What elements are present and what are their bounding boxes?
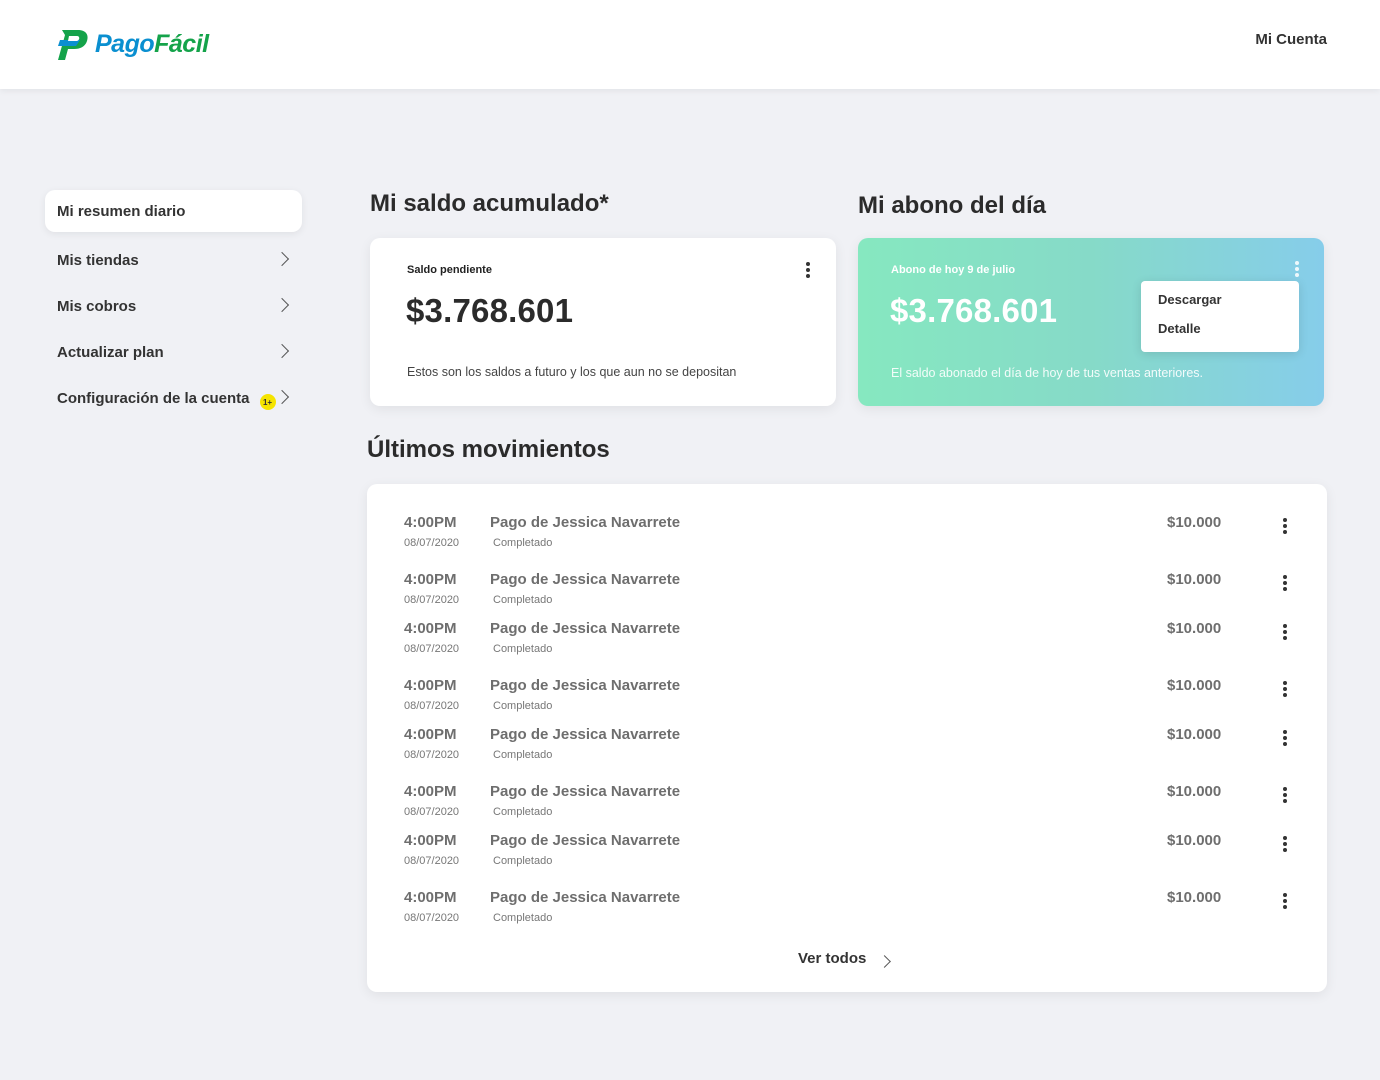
chevron-right-icon xyxy=(274,343,290,359)
movement-date: 08/07/2020 xyxy=(404,806,460,818)
movement-time: 4:00PM xyxy=(404,571,457,588)
chevron-right-icon xyxy=(274,251,290,267)
movement-date: 08/07/2020 xyxy=(404,537,460,549)
saldo-amount: $3.768.601 xyxy=(406,292,574,329)
movement-amount: $10.000 xyxy=(1167,783,1222,800)
movement-time: 4:00PM xyxy=(404,889,457,906)
sidebar-item-label: Actualizar plan xyxy=(57,343,164,361)
movement-amount: $10.000 xyxy=(1167,889,1222,906)
chevron-right-icon xyxy=(274,297,290,313)
movement-name: Pago de Jessica Navarrete xyxy=(490,514,681,531)
movement-name: Pago de Jessica Navarrete xyxy=(490,783,681,800)
more-options-icon[interactable] xyxy=(1283,787,1287,803)
movement-name: Pago de Jessica Navarrete xyxy=(490,889,681,906)
movement-name: Pago de Jessica Navarrete xyxy=(490,571,681,588)
movement-status: Completado xyxy=(493,912,553,924)
movement-amount: $10.000 xyxy=(1167,677,1222,694)
saldo-description: Estos son los saldos a futuro y los que … xyxy=(407,365,737,379)
movement-name: Pago de Jessica Navarrete xyxy=(490,620,681,637)
sidebar-item-cobros[interactable]: Mis cobros xyxy=(45,283,302,329)
sidebar-item-resumen-diario[interactable]: Mi resumen diario xyxy=(45,190,302,232)
table-row[interactable]: 4:00PM 08/07/2020 Pago de Jessica Navarr… xyxy=(367,571,1327,611)
movement-name: Pago de Jessica Navarrete xyxy=(490,832,681,849)
movement-amount: $10.000 xyxy=(1167,726,1222,743)
movement-status: Completado xyxy=(493,700,553,712)
movement-amount: $10.000 xyxy=(1167,620,1222,637)
menu-item-descargar[interactable]: Descargar xyxy=(1158,292,1222,307)
more-options-icon[interactable] xyxy=(1283,730,1287,746)
abono-amount: $3.768.601 xyxy=(890,292,1058,329)
table-row[interactable]: 4:00PM 08/07/2020 Pago de Jessica Navarr… xyxy=(367,726,1327,766)
saldo-card: Saldo pendiente $3.768.601 Estos son los… xyxy=(370,238,836,406)
table-row[interactable]: 4:00PM 08/07/2020 Pago de Jessica Navarr… xyxy=(367,889,1327,929)
sidebar-item-label: Configuración de la cuenta xyxy=(57,389,250,407)
see-all-link[interactable]: Ver todos xyxy=(798,950,866,967)
movement-amount: $10.000 xyxy=(1167,571,1222,588)
movement-date: 08/07/2020 xyxy=(404,749,460,761)
table-row[interactable]: 4:00PM 08/07/2020 Pago de Jessica Navarr… xyxy=(367,783,1327,823)
sidebar-item-label: Mis cobros xyxy=(57,297,137,315)
movement-date: 08/07/2020 xyxy=(404,700,460,712)
movement-time: 4:00PM xyxy=(404,783,457,800)
table-row[interactable]: 4:00PM 08/07/2020 Pago de Jessica Navarr… xyxy=(367,832,1327,872)
logo-mark-icon xyxy=(58,30,88,60)
movement-amount: $10.000 xyxy=(1167,514,1222,531)
movement-time: 4:00PM xyxy=(404,726,457,743)
more-options-icon[interactable] xyxy=(1283,893,1287,909)
more-options-icon[interactable] xyxy=(1283,518,1287,534)
abono-section-title: Mi abono del día xyxy=(858,192,1047,219)
logo-word-pago: Pago xyxy=(95,30,155,58)
movement-time: 4:00PM xyxy=(404,677,457,694)
movement-status: Completado xyxy=(493,806,553,818)
sidebar-item-actualizar-plan[interactable]: Actualizar plan xyxy=(45,329,302,375)
movement-status: Completado xyxy=(493,749,553,761)
table-row[interactable]: 4:00PM 08/07/2020 Pago de Jessica Navarr… xyxy=(367,677,1327,717)
sidebar-item-tiendas[interactable]: Mis tiendas xyxy=(45,237,302,283)
more-options-icon[interactable] xyxy=(806,262,810,278)
more-options-icon[interactable] xyxy=(1283,836,1287,852)
sidebar-item-label: Mi resumen diario xyxy=(57,202,186,220)
saldo-label: Saldo pendiente xyxy=(407,264,492,276)
movement-status: Completado xyxy=(493,855,553,867)
movement-status: Completado xyxy=(493,643,553,655)
pagofacil-logo[interactable]: PagoFácil xyxy=(56,27,209,61)
movement-date: 08/07/2020 xyxy=(404,855,460,867)
movimientos-section-title: Últimos movimientos xyxy=(367,436,610,463)
movement-amount: $10.000 xyxy=(1167,832,1222,849)
movement-status: Completado xyxy=(493,594,553,606)
more-options-icon[interactable] xyxy=(1283,624,1287,640)
movement-name: Pago de Jessica Navarrete xyxy=(490,677,681,694)
movement-name: Pago de Jessica Navarrete xyxy=(490,726,681,743)
movement-date: 08/07/2020 xyxy=(404,594,460,606)
top-header: PagoFácil Mi Cuenta xyxy=(0,0,1380,89)
abono-options-menu: Descargar Detalle xyxy=(1141,281,1299,352)
chevron-right-icon xyxy=(274,389,290,405)
sidebar-nav: Mi resumen diario Mis tiendas Mis cobros… xyxy=(45,190,302,421)
sidebar-item-configuracion[interactable]: Configuración de la cuenta 1+ xyxy=(45,375,302,421)
movement-time: 4:00PM xyxy=(404,514,457,531)
my-account-link[interactable]: Mi Cuenta xyxy=(1255,31,1327,48)
movement-date: 08/07/2020 xyxy=(404,912,460,924)
more-options-icon[interactable] xyxy=(1283,575,1287,591)
logo-wordmark: PagoFácil xyxy=(95,27,209,61)
table-row[interactable]: 4:00PM 08/07/2020 Pago de Jessica Navarr… xyxy=(367,620,1327,660)
table-row[interactable]: 4:00PM 08/07/2020 Pago de Jessica Navarr… xyxy=(367,514,1327,554)
logo-word-facil: Fácil xyxy=(154,30,209,58)
movement-time: 4:00PM xyxy=(404,620,457,637)
abono-label: Abono de hoy 9 de julio xyxy=(891,264,1016,276)
movement-status: Completado xyxy=(493,537,553,549)
saldo-section-title: Mi saldo acumulado* xyxy=(370,190,609,217)
movement-date: 08/07/2020 xyxy=(404,643,460,655)
menu-item-detalle[interactable]: Detalle xyxy=(1158,321,1201,336)
notification-badge: 1+ xyxy=(259,394,276,410)
movement-time: 4:00PM xyxy=(404,832,457,849)
abono-description: El saldo abonado el día de hoy de tus ve… xyxy=(891,366,1204,380)
sidebar-item-label: Mis tiendas xyxy=(57,251,139,269)
more-options-icon[interactable] xyxy=(1295,261,1299,277)
more-options-icon[interactable] xyxy=(1283,681,1287,697)
